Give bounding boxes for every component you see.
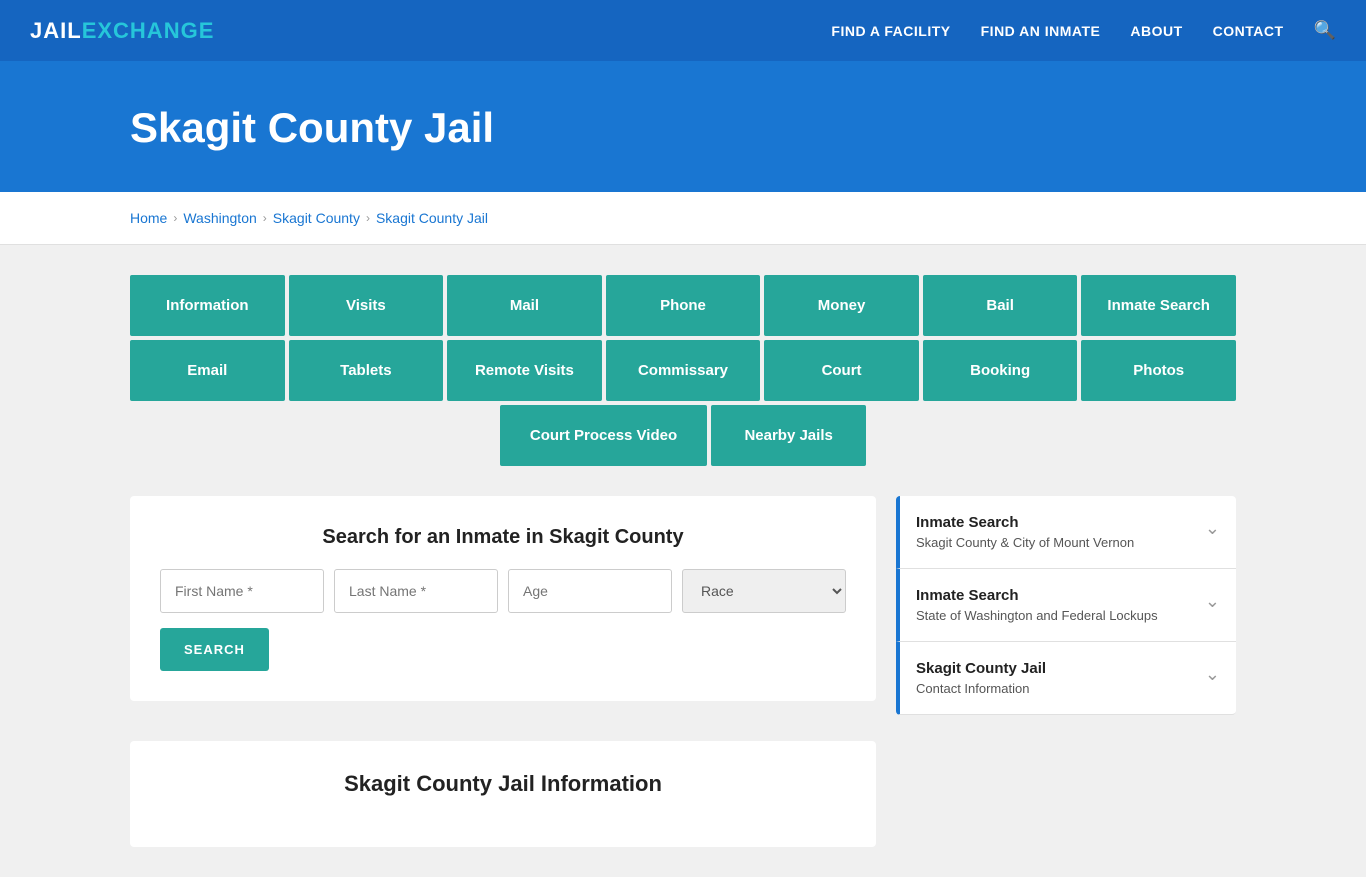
nav-links: FIND A FACILITY FIND AN INMATE ABOUT CON… [831, 20, 1336, 41]
sidebar: Inmate Search Skagit County & City of Mo… [896, 496, 1236, 847]
btn-court[interactable]: Court [764, 340, 919, 401]
logo-exchange: EXCHANGE [82, 18, 215, 44]
btn-inmate-search[interactable]: Inmate Search [1081, 275, 1236, 336]
nav-find-inmate[interactable]: FIND AN INMATE [981, 23, 1101, 39]
button-grid-row2: Email Tablets Remote Visits Commissary C… [130, 340, 1236, 401]
nav-about[interactable]: ABOUT [1130, 23, 1182, 39]
button-grid-row3: Court Process Video Nearby Jails [130, 405, 1236, 466]
search-icon[interactable]: 🔍 [1314, 20, 1336, 41]
btn-mail[interactable]: Mail [447, 275, 602, 336]
chevron-down-icon-1: ⌄ [1205, 518, 1220, 539]
page-title: Skagit County Jail [130, 104, 1336, 152]
search-button[interactable]: SEARCH [160, 628, 269, 671]
sidebar-item-3-text: Skagit County Jail Contact Information [916, 660, 1046, 696]
sidebar-item-3-title: Skagit County Jail [916, 660, 1046, 677]
search-box: Search for an Inmate in Skagit County Ra… [130, 496, 876, 701]
logo[interactable]: JAILEXCHANGE [30, 18, 214, 44]
search-title: Search for an Inmate in Skagit County [160, 526, 846, 549]
jail-info-title: Skagit County Jail Information [160, 771, 846, 797]
sidebar-item-2-text: Inmate Search State of Washington and Fe… [916, 587, 1158, 623]
logo-jail: JAIL [30, 18, 82, 44]
breadcrumb-sep-3: › [366, 211, 370, 225]
btn-money[interactable]: Money [764, 275, 919, 336]
first-name-input[interactable] [160, 569, 324, 613]
btn-photos[interactable]: Photos [1081, 340, 1236, 401]
chevron-down-icon-3: ⌄ [1205, 664, 1220, 685]
sidebar-item-2-title: Inmate Search [916, 587, 1158, 604]
hero-section: Skagit County Jail [0, 64, 1366, 192]
last-name-input[interactable] [334, 569, 498, 613]
navbar: JAILEXCHANGE FIND A FACILITY FIND AN INM… [0, 0, 1366, 64]
nav-contact[interactable]: CONTACT [1213, 23, 1284, 39]
sidebar-item-1-sub: Skagit County & City of Mount Vernon [916, 535, 1134, 550]
sidebar-item-1[interactable]: Inmate Search Skagit County & City of Mo… [896, 496, 1236, 569]
btn-tablets[interactable]: Tablets [289, 340, 444, 401]
breadcrumb-skagit-county[interactable]: Skagit County [273, 210, 360, 226]
race-select[interactable]: Race White Black Hispanic Asian Other [682, 569, 846, 613]
btn-commissary[interactable]: Commissary [606, 340, 761, 401]
sidebar-item-1-text: Inmate Search Skagit County & City of Mo… [916, 514, 1134, 550]
btn-email[interactable]: Email [130, 340, 285, 401]
main-content: Information Visits Mail Phone Money Bail… [0, 245, 1366, 877]
button-grid-row1: Information Visits Mail Phone Money Bail… [130, 275, 1236, 336]
search-fields: Race White Black Hispanic Asian Other [160, 569, 846, 613]
breadcrumb-home[interactable]: Home [130, 210, 167, 226]
chevron-down-icon-2: ⌄ [1205, 591, 1220, 612]
btn-bail[interactable]: Bail [923, 275, 1078, 336]
btn-visits[interactable]: Visits [289, 275, 444, 336]
nav-find-facility[interactable]: FIND A FACILITY [831, 23, 950, 39]
breadcrumb-washington[interactable]: Washington [183, 210, 256, 226]
breadcrumb-sep-1: › [173, 211, 177, 225]
btn-booking[interactable]: Booking [923, 340, 1078, 401]
jail-info-section: Skagit County Jail Information [130, 741, 876, 847]
breadcrumb: Home › Washington › Skagit County › Skag… [0, 192, 1366, 245]
btn-phone[interactable]: Phone [606, 275, 761, 336]
sidebar-item-3-sub: Contact Information [916, 681, 1046, 696]
sidebar-item-2-sub: State of Washington and Federal Lockups [916, 608, 1158, 623]
sidebar-item-1-title: Inmate Search [916, 514, 1134, 531]
btn-information[interactable]: Information [130, 275, 285, 336]
breadcrumb-current: Skagit County Jail [376, 210, 488, 226]
sidebar-item-3[interactable]: Skagit County Jail Contact Information ⌄ [896, 642, 1236, 715]
btn-court-process-video[interactable]: Court Process Video [500, 405, 707, 466]
sidebar-item-2[interactable]: Inmate Search State of Washington and Fe… [896, 569, 1236, 642]
btn-remote-visits[interactable]: Remote Visits [447, 340, 602, 401]
age-input[interactable] [508, 569, 672, 613]
btn-nearby-jails[interactable]: Nearby Jails [711, 405, 866, 466]
breadcrumb-sep-2: › [263, 211, 267, 225]
content-area: Search for an Inmate in Skagit County Ra… [130, 496, 1236, 847]
